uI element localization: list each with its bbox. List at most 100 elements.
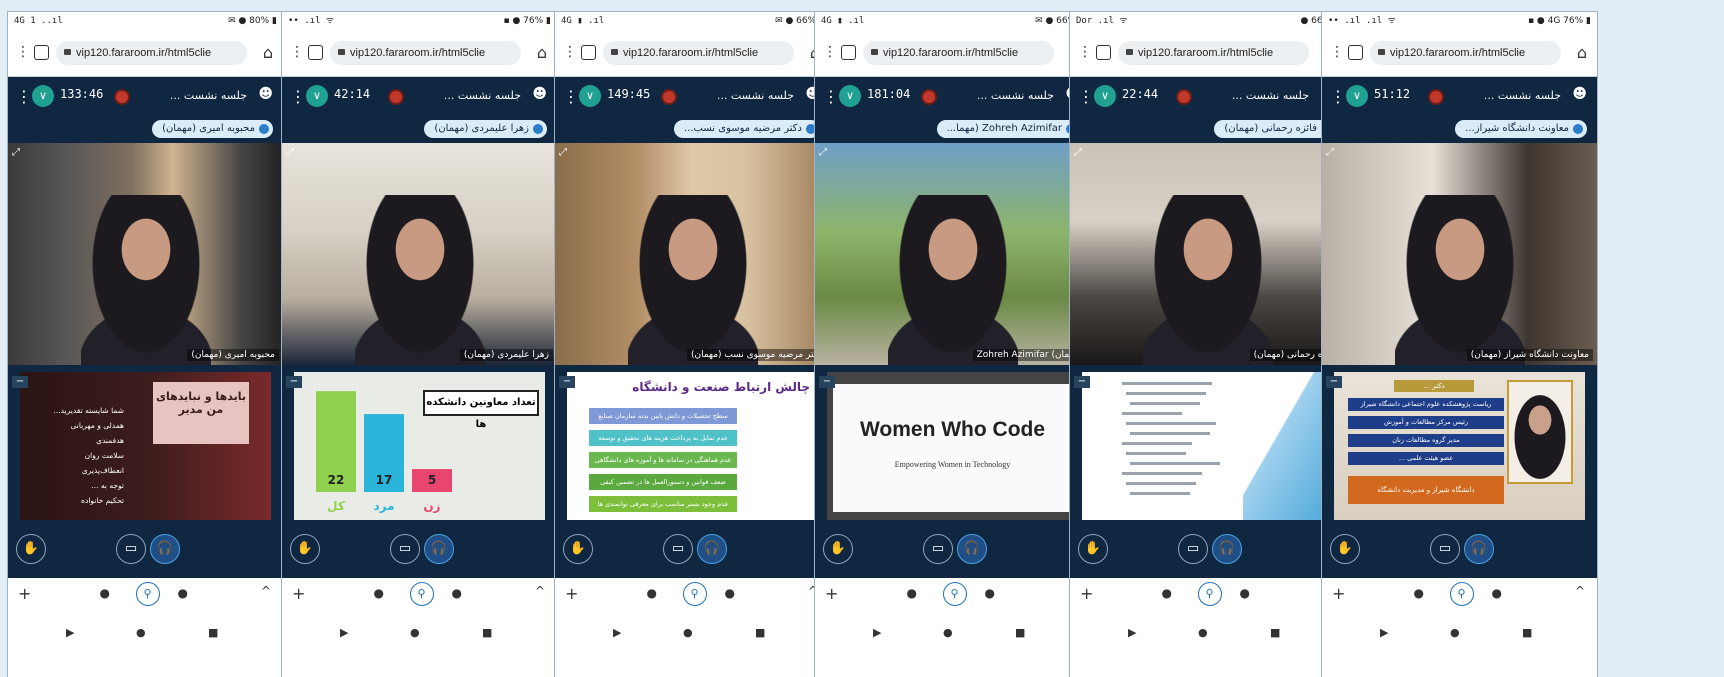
- nav-home-icon[interactable]: ●: [1198, 626, 1208, 639]
- camera-button[interactable]: ▭: [1430, 534, 1460, 564]
- record-indicator[interactable]: [1428, 89, 1444, 105]
- browser-menu-icon[interactable]: ⋮: [823, 44, 837, 60]
- camera-button[interactable]: ▭: [663, 534, 693, 564]
- expand-icon[interactable]: ⤢: [819, 147, 827, 158]
- mini-right-icon[interactable]: ●: [178, 586, 188, 600]
- camera-button[interactable]: ▭: [116, 534, 146, 564]
- address-bar[interactable]: vip120.fararoom.ir/html5clie: [603, 41, 794, 65]
- nav-back-icon[interactable]: ▶: [873, 626, 881, 639]
- nav-back-icon[interactable]: ▶: [613, 626, 621, 639]
- camera-button[interactable]: ▭: [390, 534, 420, 564]
- raise-hand-button[interactable]: ✋: [823, 534, 853, 564]
- mini-left-icon[interactable]: ●: [100, 586, 110, 600]
- nav-recent-icon[interactable]: ■: [482, 626, 492, 639]
- webcam-video[interactable]: ⤢ دکتر مرضیه موسوی نسب (مهمان): [555, 143, 830, 365]
- view-toggle-button[interactable]: ∨: [1094, 85, 1116, 107]
- nav-home-icon[interactable]: ●: [410, 626, 420, 639]
- expand-icon[interactable]: ⤢: [12, 147, 20, 158]
- user-icon[interactable]: ☻: [258, 86, 273, 102]
- audio-button[interactable]: 🎧: [957, 534, 987, 564]
- view-toggle-button[interactable]: ∨: [579, 85, 601, 107]
- raise-hand-button[interactable]: ✋: [563, 534, 593, 564]
- browser-menu-icon[interactable]: ⋮: [290, 44, 304, 60]
- mini-mic-icon[interactable]: ⚲: [409, 582, 434, 606]
- view-toggle-button[interactable]: ∨: [839, 85, 861, 107]
- nav-recent-icon[interactable]: ■: [1522, 626, 1532, 639]
- minimize-presentation-button[interactable]: −: [286, 376, 302, 388]
- minimize-presentation-button[interactable]: −: [819, 376, 835, 388]
- chevron-up-icon[interactable]: ^: [535, 584, 545, 598]
- nav-home-icon[interactable]: ●: [1450, 626, 1460, 639]
- webcam-video[interactable]: ⤢ فائزه رحمانی (مهمان): [1070, 143, 1345, 365]
- more-options-icon[interactable]: ⋮: [1330, 87, 1346, 106]
- nav-recent-icon[interactable]: ■: [755, 626, 765, 639]
- nav-home-icon[interactable]: ●: [683, 626, 693, 639]
- nav-recent-icon[interactable]: ■: [1015, 626, 1025, 639]
- home-icon[interactable]: ⌂: [537, 43, 547, 62]
- address-bar[interactable]: vip120.fararoom.ir/html5clie: [1118, 41, 1309, 65]
- expand-icon[interactable]: ⤢: [1326, 147, 1334, 158]
- webcam-video[interactable]: ⤢ زهرا علیمردی (مهمان): [282, 143, 557, 365]
- address-bar[interactable]: vip120.fararoom.ir/html5clie: [56, 41, 247, 65]
- nav-back-icon[interactable]: ▶: [1128, 626, 1136, 639]
- mini-mic-icon[interactable]: ⚲: [682, 582, 707, 606]
- browser-menu-icon[interactable]: ⋮: [1330, 44, 1344, 60]
- browser-menu-icon[interactable]: ⋮: [563, 44, 577, 60]
- tabs-icon[interactable]: [308, 45, 323, 60]
- add-icon[interactable]: +: [18, 584, 31, 603]
- mini-left-icon[interactable]: ●: [647, 586, 657, 600]
- mini-left-icon[interactable]: ●: [907, 586, 917, 600]
- expand-icon[interactable]: ⤢: [286, 147, 294, 158]
- more-options-icon[interactable]: ⋮: [290, 87, 306, 106]
- camera-button[interactable]: ▭: [923, 534, 953, 564]
- more-options-icon[interactable]: ⋮: [563, 87, 579, 106]
- record-indicator[interactable]: [921, 89, 937, 105]
- chevron-up-icon[interactable]: ^: [261, 584, 271, 598]
- browser-menu-icon[interactable]: ⋮: [1078, 44, 1092, 60]
- tabs-icon[interactable]: [581, 45, 596, 60]
- mini-right-icon[interactable]: ●: [452, 586, 462, 600]
- more-options-icon[interactable]: ⋮: [823, 87, 839, 106]
- expand-icon[interactable]: ⤢: [1074, 147, 1082, 158]
- add-icon[interactable]: +: [1332, 584, 1345, 603]
- audio-button[interactable]: 🎧: [150, 534, 180, 564]
- address-bar[interactable]: vip120.fararoom.ir/html5clie: [1370, 41, 1561, 65]
- tabs-icon[interactable]: [841, 45, 856, 60]
- address-bar[interactable]: vip120.fararoom.ir/html5clie: [330, 41, 521, 65]
- record-indicator[interactable]: [388, 89, 404, 105]
- nav-home-icon[interactable]: ●: [943, 626, 953, 639]
- raise-hand-button[interactable]: ✋: [290, 534, 320, 564]
- chevron-up-icon[interactable]: ^: [1575, 584, 1585, 598]
- mini-right-icon[interactable]: ●: [725, 586, 735, 600]
- mini-right-icon[interactable]: ●: [1240, 586, 1250, 600]
- nav-back-icon[interactable]: ▶: [66, 626, 74, 639]
- audio-button[interactable]: 🎧: [697, 534, 727, 564]
- mini-mic-icon[interactable]: ⚲: [135, 582, 160, 606]
- record-indicator[interactable]: [114, 89, 130, 105]
- view-toggle-button[interactable]: ∨: [1346, 85, 1368, 107]
- address-bar[interactable]: vip120.fararoom.ir/html5clie: [863, 41, 1054, 65]
- mini-right-icon[interactable]: ●: [985, 586, 995, 600]
- mini-mic-icon[interactable]: ⚲: [1197, 582, 1222, 606]
- home-icon[interactable]: ⌂: [263, 43, 273, 62]
- camera-button[interactable]: ▭: [1178, 534, 1208, 564]
- view-toggle-button[interactable]: ∨: [32, 85, 54, 107]
- nav-home-icon[interactable]: ●: [136, 626, 146, 639]
- minimize-presentation-button[interactable]: −: [12, 376, 28, 388]
- minimize-presentation-button[interactable]: −: [1326, 376, 1342, 388]
- view-toggle-button[interactable]: ∨: [306, 85, 328, 107]
- audio-button[interactable]: 🎧: [1212, 534, 1242, 564]
- mini-left-icon[interactable]: ●: [1414, 586, 1424, 600]
- record-indicator[interactable]: [661, 89, 677, 105]
- nav-recent-icon[interactable]: ■: [1270, 626, 1280, 639]
- more-options-icon[interactable]: ⋮: [16, 87, 32, 106]
- nav-back-icon[interactable]: ▶: [1380, 626, 1388, 639]
- add-icon[interactable]: +: [292, 584, 305, 603]
- record-indicator[interactable]: [1176, 89, 1192, 105]
- mini-left-icon[interactable]: ●: [374, 586, 384, 600]
- audio-button[interactable]: 🎧: [1464, 534, 1494, 564]
- browser-menu-icon[interactable]: ⋮: [16, 44, 30, 60]
- user-icon[interactable]: ☻: [532, 86, 547, 102]
- webcam-video[interactable]: ⤢ محبوبه امیری (مهمان): [8, 143, 283, 365]
- mini-left-icon[interactable]: ●: [1162, 586, 1172, 600]
